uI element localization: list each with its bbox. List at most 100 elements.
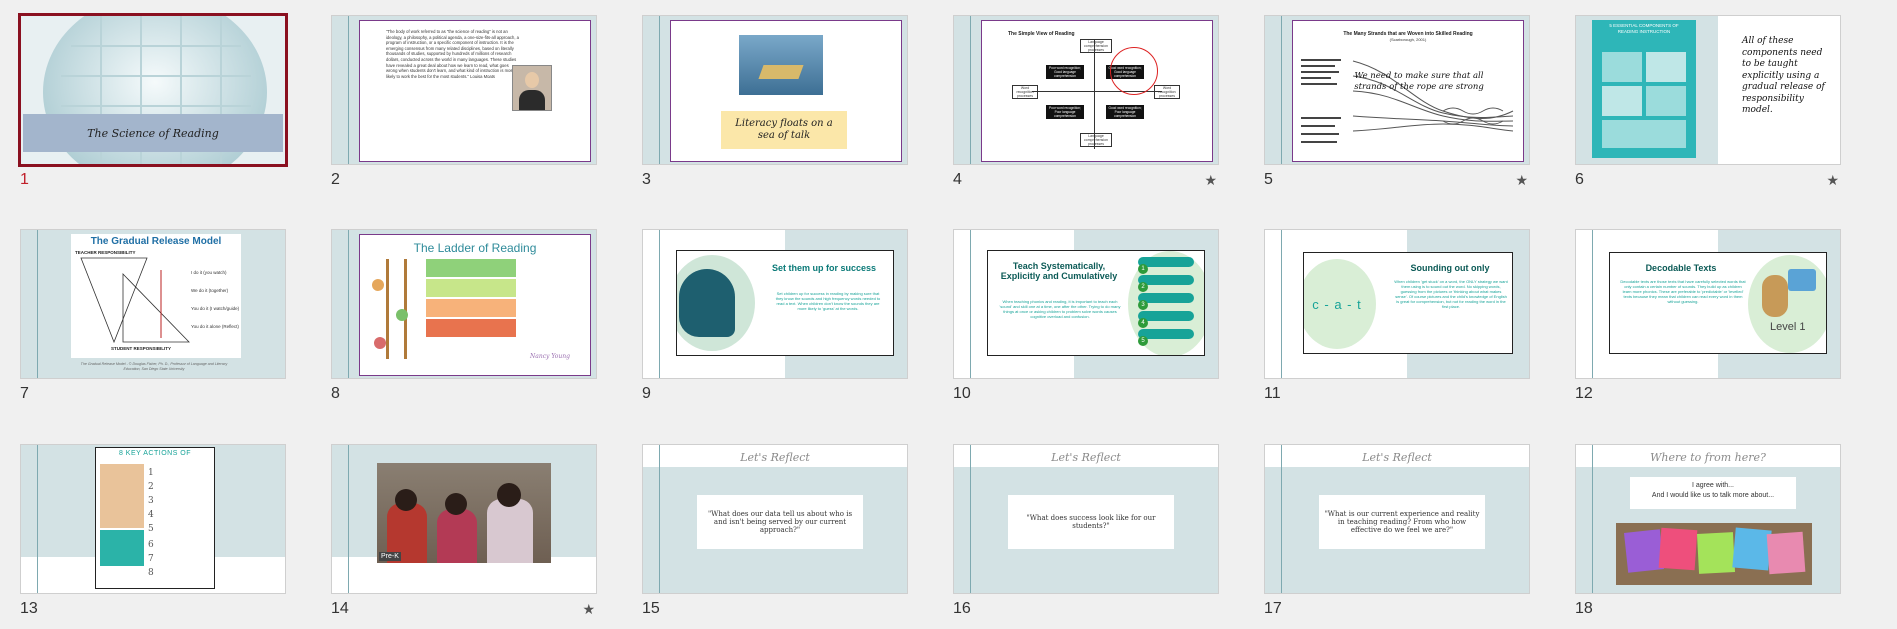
slide-2-cell: "The body of work referred to as "the sc… bbox=[331, 15, 597, 188]
slide-8-thumbnail[interactable]: The Ladder of Reading Nancy Young bbox=[331, 229, 597, 379]
slide-17-cell: Let's Reflect "What is our current exper… bbox=[1264, 444, 1530, 617]
svr-axis-right: Word recognition processes bbox=[1154, 85, 1180, 99]
slide-6-cell: 5 ESSENTIAL COMPONENTS OF READING INSTRU… bbox=[1575, 15, 1841, 188]
slide-number: 3 bbox=[642, 171, 651, 188]
key-action-number: 1 bbox=[148, 468, 154, 478]
slide-18-cell: Where to from here? I agree with... And … bbox=[1575, 444, 1841, 617]
slide-number: 13 bbox=[20, 600, 38, 617]
key-action-number: 3 bbox=[148, 496, 154, 506]
slide-14-cell: Pre-K 14 ★ bbox=[331, 444, 597, 617]
slide-7-content-frame: The Gradual Release Model TEACHER RESPON… bbox=[71, 234, 241, 358]
slide-17-title: Let's Reflect bbox=[1362, 451, 1432, 464]
slide-number: 9 bbox=[642, 385, 651, 402]
ladder-band bbox=[426, 279, 516, 297]
prompt-line: And I would like us to talk more about..… bbox=[1651, 492, 1775, 499]
slide-10-thumbnail[interactable]: Teach Systematically, Explicitly and Cum… bbox=[953, 229, 1219, 379]
children-reading-photo bbox=[100, 530, 144, 566]
animation-star-icon: ★ bbox=[582, 601, 595, 617]
ladder-children-illustration bbox=[368, 259, 418, 359]
slide-3-thumbnail[interactable]: Literacy floats on a sea of talk bbox=[642, 15, 908, 165]
slide-15-cell: Let's Reflect "What does our data tell u… bbox=[642, 444, 908, 617]
svr-axis-left: Word recognition processes bbox=[1012, 85, 1038, 99]
slide-6-text: All of these components need to be taugh… bbox=[1742, 36, 1825, 115]
key-action-number: 6 bbox=[148, 540, 154, 550]
level-badge: Level 1 bbox=[1770, 321, 1806, 333]
animation-star-icon: ★ bbox=[1826, 172, 1839, 188]
gradual-release-triangles bbox=[80, 257, 190, 344]
slide-13-content-frame: 8 KEY ACTIONS OF 1 2 3 4 5 6 7 8 bbox=[95, 447, 215, 589]
slide-number: 14 bbox=[331, 600, 349, 617]
slide-8-credit: Nancy Young bbox=[530, 353, 570, 360]
slide-9-title: Set them up for success bbox=[771, 263, 877, 273]
slide-16-thumbnail[interactable]: Let's Reflect "What does success look li… bbox=[953, 444, 1219, 594]
sticky-notes-image bbox=[1616, 523, 1812, 585]
svr-quadrant: Good word recognition; Poor language com… bbox=[1106, 105, 1144, 119]
slide-13-thumbnail[interactable]: 8 KEY ACTIONS OF 1 2 3 4 5 6 7 8 bbox=[20, 444, 286, 594]
key-action-number: 2 bbox=[148, 482, 154, 492]
key-action-number: 7 bbox=[148, 554, 154, 564]
slide-number: 15 bbox=[642, 600, 660, 617]
slide-number: 17 bbox=[1264, 600, 1282, 617]
slide-5-cell: The Many Strands that are Woven into Ski… bbox=[1264, 15, 1530, 188]
slide-number: 2 bbox=[331, 171, 340, 188]
slide-9-thumbnail[interactable]: Set them up for success Set children up … bbox=[642, 229, 908, 379]
key-action-number: 8 bbox=[148, 568, 154, 578]
cat-word-circle: c - a - t bbox=[1304, 259, 1376, 349]
slide-11-title: Sounding out only bbox=[1410, 263, 1490, 273]
slide-2-quote: "The body of work referred to as "the sc… bbox=[386, 29, 519, 79]
slide-5-thumbnail[interactable]: The Many Strands that are Woven into Ski… bbox=[1264, 15, 1530, 165]
slide-10-card: Teach Systematically, Explicitly and Cum… bbox=[987, 250, 1205, 356]
svr-quadrant: Poor word recognition; Good language com… bbox=[1046, 65, 1084, 79]
slide-sorter-view: { "slides": [ {"number":"1","title":"The… bbox=[0, 0, 1897, 629]
slide-7-thumbnail[interactable]: The Gradual Release Model TEACHER RESPON… bbox=[20, 229, 286, 379]
kangaroo-book-image: Level 1 bbox=[1748, 255, 1826, 353]
slide-number: 1 bbox=[20, 171, 29, 188]
slide-1-title: The Science of Reading bbox=[87, 126, 219, 140]
slide-12-body: Decodable texts are those texts that hav… bbox=[1620, 279, 1746, 304]
slide-6-thumbnail[interactable]: 5 ESSENTIAL COMPONENTS OF READING INSTRU… bbox=[1575, 15, 1841, 165]
slide-15-question: "What does our data tell us about who is… bbox=[697, 495, 863, 549]
children-reading-photo bbox=[100, 464, 144, 528]
slide-4-thumbnail[interactable]: The Simple View of Reading Language comp… bbox=[953, 15, 1219, 165]
slide-number: 6 bbox=[1575, 171, 1584, 188]
slide-9-cell: Set them up for success Set children up … bbox=[642, 229, 908, 402]
slide-11-card: c - a - t Sounding out only When childre… bbox=[1303, 252, 1513, 354]
release-step: You do it alone (Reflect) bbox=[191, 324, 239, 329]
slide-10-body: When teaching phonics and reading, it is… bbox=[999, 299, 1121, 319]
slide-number: 12 bbox=[1575, 385, 1593, 402]
slide-4-title: The Simple View of Reading bbox=[1008, 31, 1075, 37]
slide-11-cell: c - a - t Sounding out only When childre… bbox=[1264, 229, 1530, 402]
slide-4-content-frame: The Simple View of Reading Language comp… bbox=[981, 20, 1213, 162]
prompt-line: I agree with... bbox=[1691, 482, 1735, 489]
prek-classroom-photo: Pre-K bbox=[377, 463, 551, 563]
slide-12-thumbnail[interactable]: Decodable Texts Decodable texts are thos… bbox=[1575, 229, 1841, 379]
slide-7-caption: The Gradual Release Model - © Douglas Fi… bbox=[80, 362, 228, 371]
louisa-moats-photo bbox=[512, 65, 552, 111]
slide-16-cell: Let's Reflect "What does success look li… bbox=[953, 444, 1219, 617]
release-step: I do it (you watch) bbox=[191, 270, 227, 275]
key-action-number: 4 bbox=[148, 510, 154, 520]
head-silhouette-image bbox=[677, 255, 755, 351]
slide-11-word: c - a - t bbox=[1312, 296, 1362, 312]
sea-book-image bbox=[739, 35, 823, 95]
slide-17-thumbnail[interactable]: Let's Reflect "What is our current exper… bbox=[1264, 444, 1530, 594]
slide-18-thumbnail[interactable]: Where to from here? I agree with... And … bbox=[1575, 444, 1841, 594]
slide-5-overlay-text: We need to make sure that all strands of… bbox=[1354, 71, 1484, 92]
list-item: 5 bbox=[1138, 329, 1194, 346]
key-action-number: 5 bbox=[148, 524, 154, 534]
slide-16-question: "What does success look like for our stu… bbox=[1008, 495, 1174, 549]
slide-15-thumbnail[interactable]: Let's Reflect "What does our data tell u… bbox=[642, 444, 908, 594]
slide-11-body: When children 'get stuck' on a word, the… bbox=[1394, 279, 1508, 309]
slide-1-thumbnail[interactable]: The Science of Reading bbox=[18, 13, 288, 167]
slide-13-title: 8 KEY ACTIONS OF bbox=[118, 450, 192, 457]
slide-2-thumbnail[interactable]: "The body of work referred to as "the sc… bbox=[331, 15, 597, 165]
release-step: You do it (I watch/guide) bbox=[191, 306, 240, 311]
slide-number: 4 bbox=[953, 171, 962, 188]
slide-16-title: Let's Reflect bbox=[1051, 451, 1121, 464]
slide-14-thumbnail[interactable]: Pre-K bbox=[331, 444, 597, 594]
slide-10-cell: Teach Systematically, Explicitly and Cum… bbox=[953, 229, 1219, 402]
ladder-band bbox=[426, 259, 516, 277]
slide-9-card: Set them up for success Set children up … bbox=[676, 250, 894, 356]
slide-12-card: Decodable Texts Decodable texts are thos… bbox=[1609, 252, 1827, 354]
slide-11-thumbnail[interactable]: c - a - t Sounding out only When childre… bbox=[1264, 229, 1530, 379]
